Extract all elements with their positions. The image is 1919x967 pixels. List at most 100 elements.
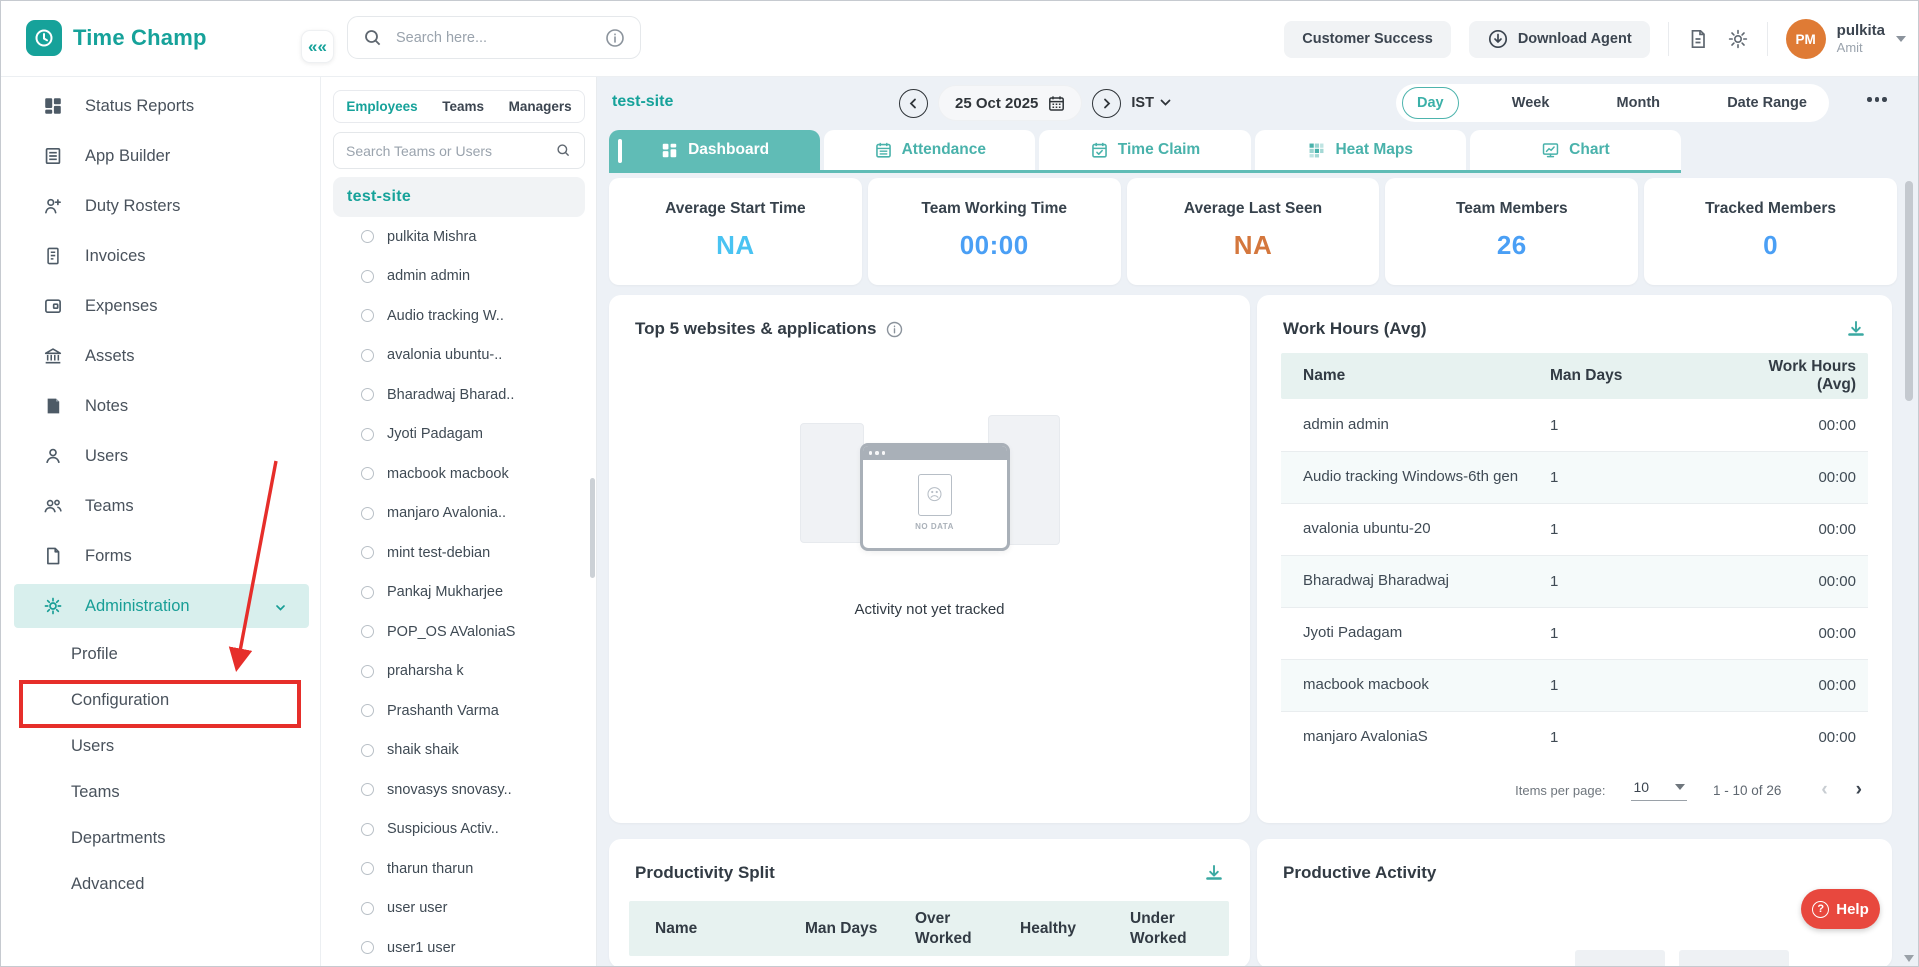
sidebar-item-administration[interactable]: Administration — [14, 584, 309, 628]
radio-icon[interactable] — [361, 704, 374, 717]
view-option-day[interactable]: Day — [1402, 87, 1459, 119]
radio-icon[interactable] — [361, 625, 374, 638]
radio-icon[interactable] — [361, 467, 374, 480]
table-row[interactable]: manjaro AvaloniaS100:00 — [1281, 711, 1868, 749]
table-row[interactable]: avalonia ubuntu-20100:00 — [1281, 503, 1868, 555]
customer-success-button[interactable]: Customer Success — [1284, 21, 1451, 58]
table-row[interactable]: Audio tracking Windows-6th gen100:00 — [1281, 451, 1868, 503]
view-option-date-range[interactable]: Date Range — [1713, 95, 1821, 111]
sidebar-subitem-teams[interactable]: Teams — [1, 769, 320, 815]
member-list-item[interactable]: Prashanth Varma — [333, 691, 585, 731]
radio-icon[interactable] — [361, 902, 374, 915]
radio-icon[interactable] — [361, 230, 374, 243]
member-list-item[interactable]: snovasys snovasy.. — [333, 770, 585, 810]
sidebar-item-expenses[interactable]: Expenses — [1, 281, 320, 331]
tab-chart[interactable]: Chart — [1470, 130, 1681, 170]
member-list-item[interactable]: POP_OS AValoniaS — [333, 612, 585, 652]
scroll-down-arrow-icon[interactable] — [1904, 955, 1914, 962]
member-list-item[interactable]: macbook macbook — [333, 454, 585, 494]
team-panel-tab-managers[interactable]: Managers — [509, 99, 572, 114]
tab-dashboard[interactable]: Dashboard — [609, 130, 820, 170]
info-icon[interactable] — [886, 321, 903, 338]
timezone-selector[interactable]: IST — [1131, 95, 1171, 111]
page-size-select[interactable]: 10 — [1631, 779, 1687, 801]
global-search-input[interactable]: Search here... — [347, 16, 641, 59]
team-panel-tab-employees[interactable]: Employees — [346, 99, 417, 114]
radio-icon[interactable] — [361, 862, 374, 875]
table-row[interactable]: Jyoti Padagam100:00 — [1281, 607, 1868, 659]
sidebar-item-forms[interactable]: Forms — [1, 531, 320, 581]
table-row[interactable]: admin admin100:00 — [1281, 399, 1868, 451]
table-row[interactable]: Bharadwaj Bharadwaj100:00 — [1281, 555, 1868, 607]
next-day-button[interactable] — [1092, 89, 1121, 118]
member-list-scrollbar[interactable] — [590, 478, 595, 578]
next-page-button[interactable]: › — [1850, 779, 1868, 801]
download-icon[interactable] — [1846, 319, 1866, 339]
sidebar-item-notes[interactable]: Notes — [1, 381, 320, 431]
brand-logo[interactable]: Time Champ — [26, 20, 207, 56]
radio-icon[interactable] — [361, 428, 374, 441]
page-scrollbar[interactable] — [1905, 181, 1913, 401]
member-list-item[interactable]: Jyoti Padagam — [333, 415, 585, 455]
more-options-icon[interactable] — [1867, 97, 1887, 102]
tab-time-claim[interactable]: Time Claim — [1039, 130, 1250, 170]
sidebar-subitem-users[interactable]: Users — [1, 723, 320, 769]
member-list-item[interactable]: Pankaj Mukharjee — [333, 573, 585, 613]
sidebar-item-invoices[interactable]: Invoices — [1, 231, 320, 281]
team-panel-tab-teams[interactable]: Teams — [442, 99, 484, 114]
sidebar-collapse-button[interactable]: «« — [301, 30, 334, 63]
radio-icon[interactable] — [361, 665, 374, 678]
sidebar-subitem-advanced[interactable]: Advanced — [1, 861, 320, 907]
member-list-item[interactable]: manjaro Avalonia.. — [333, 494, 585, 534]
member-list-item[interactable]: admin admin — [333, 257, 585, 297]
member-list-item[interactable]: mint test-debian — [333, 533, 585, 573]
radio-icon[interactable] — [361, 309, 374, 322]
radio-icon[interactable] — [361, 388, 374, 401]
view-option-month[interactable]: Month — [1603, 95, 1674, 111]
radio-icon[interactable] — [361, 823, 374, 836]
tab-heat-maps[interactable]: Heat Maps — [1255, 130, 1466, 170]
download-agent-button[interactable]: Download Agent — [1469, 21, 1650, 58]
member-list-item[interactable]: avalonia ubuntu-.. — [333, 336, 585, 376]
radio-icon[interactable] — [361, 744, 374, 757]
view-option-week[interactable]: Week — [1498, 95, 1564, 111]
sidebar-subitem-profile[interactable]: Profile — [1, 631, 320, 677]
member-list-item[interactable]: shaik shaik — [333, 731, 585, 771]
radio-icon[interactable] — [361, 783, 374, 796]
user-menu[interactable]: PM pulkita Amit — [1786, 19, 1906, 59]
sidebar-item-users[interactable]: Users — [1, 431, 320, 481]
sidebar-item-status-reports[interactable]: Status Reports — [1, 81, 320, 131]
radio-icon[interactable] — [361, 586, 374, 599]
radio-icon[interactable] — [361, 349, 374, 362]
member-list-item[interactable]: Audio tracking W.. — [333, 296, 585, 336]
member-list-item[interactable]: Suspicious Activ.. — [333, 810, 585, 850]
previous-day-button[interactable] — [899, 89, 928, 118]
sidebar-item-app-builder[interactable]: App Builder — [1, 131, 320, 181]
radio-icon[interactable] — [361, 546, 374, 559]
sidebar-item-assets[interactable]: Assets — [1, 331, 320, 381]
help-button[interactable]: ? Help — [1801, 889, 1880, 929]
radio-icon[interactable] — [361, 941, 374, 954]
member-list-item[interactable]: pulkita Mishra — [333, 217, 585, 257]
settings-gear-icon[interactable] — [1727, 28, 1749, 50]
document-icon[interactable] — [1687, 28, 1709, 50]
radio-icon[interactable] — [361, 507, 374, 520]
member-list-item[interactable]: user user — [333, 889, 585, 929]
team-search-input[interactable]: Search Teams or Users — [333, 132, 585, 169]
member-list-item[interactable]: tharun tharun — [333, 849, 585, 889]
table-row[interactable]: macbook macbook100:00 — [1281, 659, 1868, 711]
team-group-header[interactable]: test-site — [333, 177, 585, 217]
member-list-item[interactable]: Bharadwaj Bharad.. — [333, 375, 585, 415]
member-list-item[interactable]: praharsha k — [333, 652, 585, 692]
download-icon[interactable] — [1204, 863, 1224, 883]
sidebar-subitem-departments[interactable]: Departments — [1, 815, 320, 861]
radio-icon[interactable] — [361, 270, 374, 283]
sidebar-item-duty-rosters[interactable]: Duty Rosters — [1, 181, 320, 231]
sidebar-item-teams[interactable]: Teams — [1, 481, 320, 531]
previous-page-button[interactable]: ‹ — [1815, 779, 1833, 801]
top5-panel: Top 5 websites & applications ☹ NO DATA … — [609, 295, 1250, 823]
date-picker[interactable]: 25 Oct 2025 — [938, 85, 1082, 121]
member-list-item[interactable]: user1 user — [333, 928, 585, 967]
tab-attendance[interactable]: Attendance — [824, 130, 1035, 170]
sidebar-subitem-configuration[interactable]: Configuration — [1, 677, 320, 723]
